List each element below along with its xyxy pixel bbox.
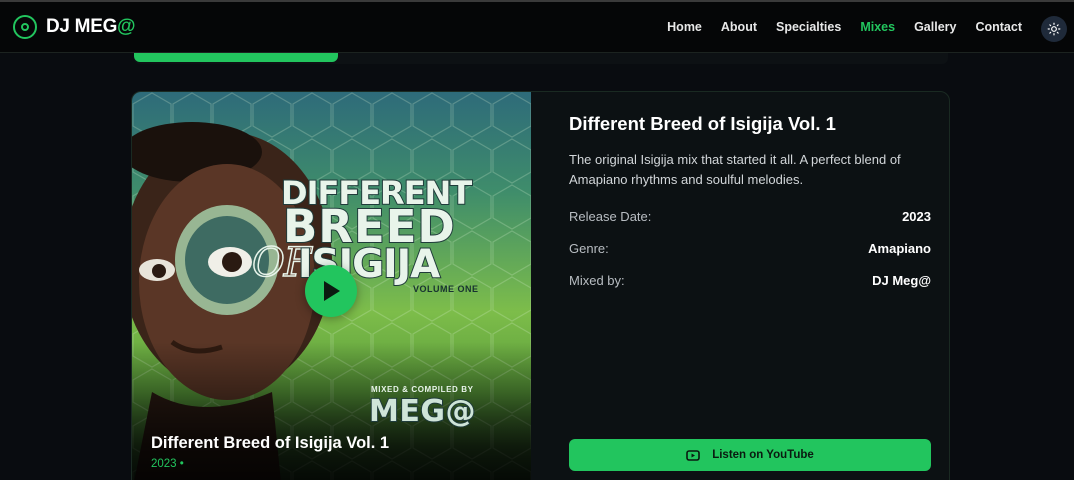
nav-link-mixes[interactable]: Mixes <box>860 20 895 34</box>
brand-logo[interactable]: DJ MEG@ <box>13 15 136 39</box>
cover-art: DIFFERENT BREED Of ISIGIJA VOLUME ONE MI… <box>132 92 531 480</box>
listen-on-youtube-button[interactable]: Listen on YouTube <box>569 439 931 471</box>
youtube-icon <box>686 449 701 461</box>
meta-row-mixed-by: Mixed by: DJ Meg@ <box>569 273 931 288</box>
mix-card: DIFFERENT BREED Of ISIGIJA VOLUME ONE MI… <box>131 91 950 480</box>
play-button[interactable] <box>305 265 357 317</box>
nav-link-home[interactable]: Home <box>667 20 702 34</box>
theme-toggle-button[interactable] <box>1041 16 1067 42</box>
cover-mixed-by: MIXED & COMPILED BY <box>371 385 474 394</box>
cover-volume: VOLUME ONE <box>413 284 479 294</box>
meta-value: 2023 <box>902 209 931 224</box>
cover-artist-logo: MEG@ <box>368 393 476 430</box>
brand-name: DJ MEG@ <box>46 16 136 37</box>
meta-label: Mixed by: <box>569 273 625 288</box>
meta-value: DJ Meg@ <box>872 273 931 288</box>
mix-description: The original Isigija mix that started it… <box>569 152 901 187</box>
nav-link-about[interactable]: About <box>721 20 757 34</box>
meta-label: Genre: <box>569 241 609 256</box>
vinyl-record-icon <box>13 15 37 39</box>
navbar: DJ MEG@ Home About Specialties Mixes Gal… <box>0 0 1074 53</box>
cover-caption-year: 2023 • <box>151 458 184 470</box>
listen-on-youtube-label: Listen on YouTube <box>712 449 814 461</box>
mix-details: Different Breed of Isigija Vol. 1 The or… <box>569 92 931 480</box>
sun-icon <box>1047 22 1061 36</box>
nav-link-gallery[interactable]: Gallery <box>914 20 956 34</box>
nav-link-contact[interactable]: Contact <box>975 20 1022 34</box>
nav-links: Home About Specialties Mixes Gallery Con… <box>648 20 1022 34</box>
play-icon <box>324 281 340 301</box>
meta-label: Release Date: <box>569 209 652 224</box>
meta-row-release-date: Release Date: 2023 <box>569 209 931 224</box>
nav-link-specialties[interactable]: Specialties <box>776 20 841 34</box>
mix-title: Different Breed of Isigija Vol. 1 <box>569 113 836 134</box>
meta-row-genre: Genre: Amapiano <box>569 241 931 256</box>
cover-caption-title: Different Breed of Isigija Vol. 1 <box>151 434 390 452</box>
meta-value: Amapiano <box>868 241 931 256</box>
